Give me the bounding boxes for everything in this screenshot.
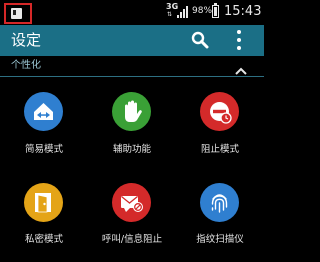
more-options-icon[interactable] — [236, 30, 242, 50]
settings-grid: 简易模式 辅助功能 阻止模式 私密模式 呼叫/信息阻止 指纹扫描仪 — [0, 77, 264, 262]
clock: 15:43 — [224, 4, 262, 19]
easy-mode-icon — [24, 92, 63, 131]
battery-percent: 98% — [192, 6, 213, 16]
setting-call-message-block[interactable]: 呼叫/信息阻止 — [88, 177, 176, 262]
setting-label: 呼叫/信息阻止 — [101, 234, 163, 245]
setting-accessibility[interactable]: 辅助功能 — [88, 77, 176, 165]
blocking-mode-icon — [200, 92, 239, 131]
hand-icon — [112, 92, 151, 131]
status-bar: 3G ⇅ 98% 15:43 — [0, 0, 264, 25]
search-icon[interactable] — [191, 31, 209, 49]
page-title: 设定 — [11, 31, 42, 49]
setting-label: 私密模式 — [24, 234, 63, 245]
call-block-icon — [112, 183, 151, 222]
app-bar: 设定 — [0, 25, 264, 56]
setting-label: 阻止模式 — [200, 144, 239, 155]
setting-label: 指纹扫描仪 — [196, 234, 244, 245]
chevron-up-icon[interactable] — [234, 61, 248, 75]
signal-strength-icon — [177, 6, 190, 18]
battery-icon — [212, 3, 219, 18]
setting-easy-mode[interactable]: 简易模式 — [0, 77, 88, 165]
setting-blocking-mode[interactable]: 阻止模式 — [176, 77, 264, 165]
setting-label: 简易模式 — [24, 144, 63, 155]
setting-label: 辅助功能 — [112, 144, 151, 155]
setting-private-mode[interactable]: 私密模式 — [0, 177, 88, 262]
setting-fingerprint-scanner[interactable]: 指纹扫描仪 — [176, 177, 264, 262]
private-door-icon — [24, 183, 63, 222]
section-title: 个性化 — [11, 60, 41, 71]
section-header-personalization[interactable]: 个性化 — [0, 56, 264, 77]
sim-notification-icon[interactable] — [11, 8, 22, 19]
data-activity-icon: ⇅ — [167, 11, 173, 18]
fingerprint-icon — [200, 183, 239, 222]
